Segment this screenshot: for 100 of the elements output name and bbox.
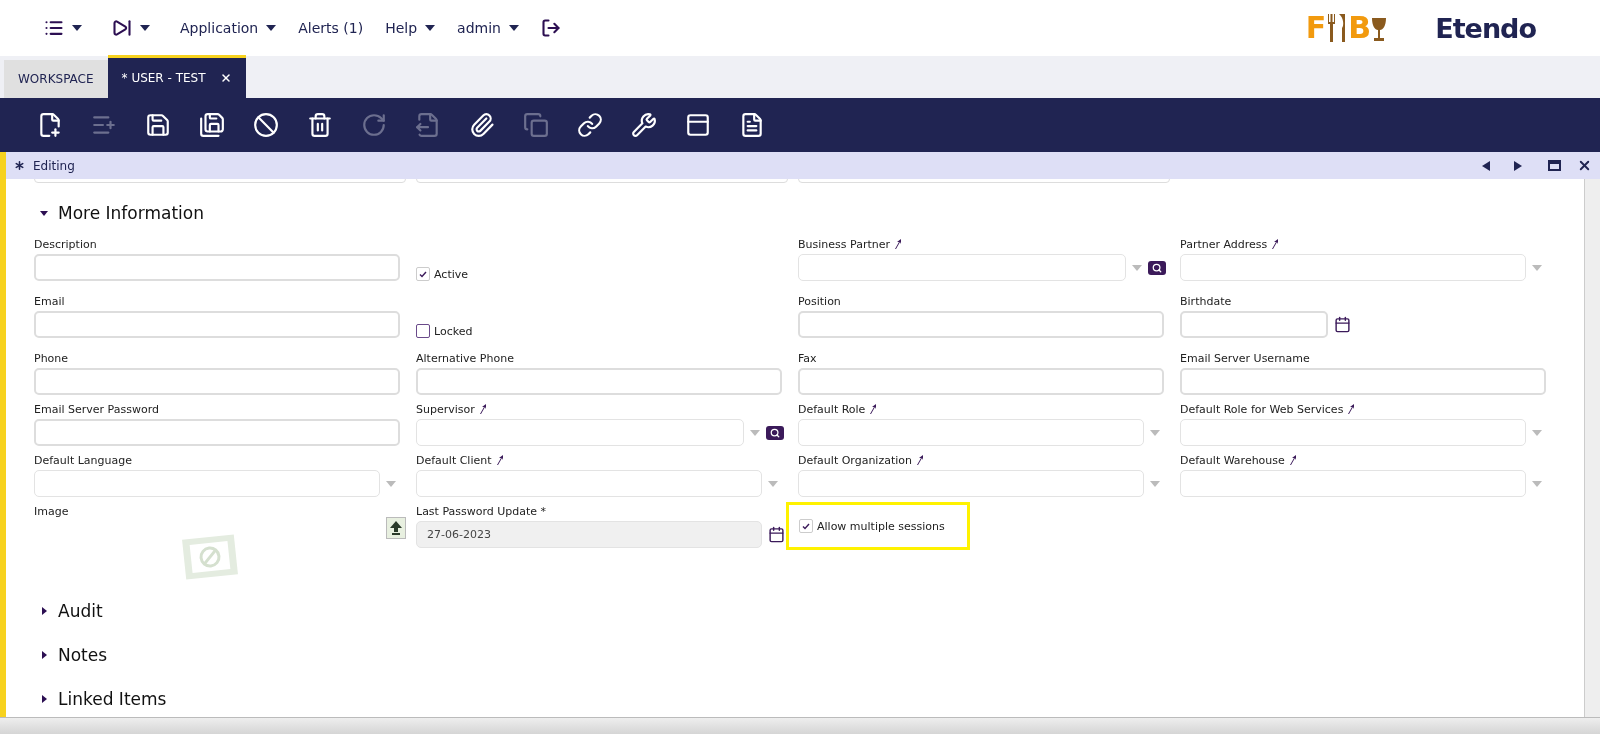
field-label: Partner Address [1180,237,1552,251]
field-label: Position [798,294,842,308]
list-icon [44,18,64,38]
field-label: Birthdate [1180,294,1233,308]
input-field[interactable] [34,311,400,338]
dropdown-arrow-icon[interactable] [1150,480,1160,487]
menu-item[interactable]: admin [457,20,519,36]
link-arrow-icon [869,404,878,414]
dropdown-arrow-icon[interactable] [1532,264,1542,271]
checkbox-label: Allow multiple sessions [817,519,945,533]
image-placeholder-icon [179,532,241,582]
date-field[interactable] [1180,311,1328,338]
close-icon[interactable] [219,72,232,84]
input-field[interactable] [34,368,400,395]
field-label: Last Password Update * [416,504,548,518]
menu-item[interactable]: Application [180,20,277,36]
dropdown-arrow-icon[interactable] [768,480,778,487]
section-header[interactable]: More Information [40,203,204,223]
section-header[interactable]: Notes [40,645,108,665]
section-header[interactable]: Audit [40,601,103,621]
triangle-icon [40,209,48,217]
dropdown-field[interactable] [1180,254,1526,281]
calendar-icon[interactable] [1334,316,1351,333]
list-menu-button[interactable] [44,18,82,38]
logout-icon [540,18,561,38]
dropdown-field[interactable] [416,470,762,497]
brand-logo: Etendo [1435,12,1536,44]
checkbox-label: Locked [434,324,473,338]
field-label: Phone [34,351,70,365]
input-field[interactable] [798,368,1164,395]
dropdown-field[interactable] [798,419,1144,446]
skip-forward-menu-button[interactable] [112,18,150,38]
close-icon[interactable] [1577,158,1592,173]
input-field[interactable] [34,419,400,446]
field-label: Default Role [798,402,1170,416]
input-field[interactable] [1180,368,1546,395]
vertical-scrollbar[interactable] [1584,179,1600,717]
input-field[interactable] [416,368,782,395]
field-label: Fax [798,351,818,365]
checkbox-label: Active [434,267,469,281]
status-label: Editing [33,158,75,173]
next-icon[interactable] [1514,160,1522,171]
dropdown-arrow-icon[interactable] [386,480,396,487]
checkbox-field[interactable]: Locked [416,324,473,338]
field-label: Default Organization [798,453,1170,467]
checkbox-field[interactable]: Active [416,267,469,281]
search-button[interactable] [1148,260,1166,275]
skip-forward-icon [112,18,132,38]
link-arrow-icon [495,455,504,465]
input-field[interactable] [798,311,1164,338]
link-arrow-icon [1271,239,1280,249]
horizontal-scrollbar[interactable] [0,717,1600,734]
field-label: Description [34,237,98,251]
window-tab[interactable]: WORKSPACE [4,60,108,98]
calendar-icon[interactable] [768,526,785,543]
link-arrow-icon [1347,404,1356,414]
link-arrow-icon [894,239,902,249]
dropdown-arrow-icon[interactable] [1132,264,1142,271]
field-label: Business Partner [798,237,1170,251]
dropdown-arrow-icon[interactable] [1532,480,1542,487]
checkmark-icon [419,270,427,278]
link-arrow-icon [478,404,487,414]
selector-field[interactable] [416,419,744,446]
checkmark-icon [802,522,810,530]
logout-menu-button[interactable] [540,18,561,38]
field-label: Image [34,504,70,518]
dropdown-field[interactable] [34,470,380,497]
date-field[interactable]: 27-06-2023 [416,521,762,548]
field-label: Email Server Password [34,402,160,416]
dropdown-field[interactable] [1180,419,1526,446]
caret-icon [266,25,277,31]
menu-item[interactable]: Help [385,20,436,36]
upload-button[interactable] [386,517,406,539]
selector-field[interactable] [798,254,1126,281]
dropdown-arrow-icon[interactable] [1532,429,1542,436]
input-field[interactable] [34,254,400,281]
dropdown-field[interactable] [1180,470,1526,497]
field-label: Default Warehouse [1180,453,1552,467]
caret-icon [72,25,82,31]
field-label: Email [34,294,66,308]
dropdown-field[interactable] [798,470,1144,497]
search-button[interactable] [766,425,784,440]
field-label: Default Role for Web Services [1180,402,1552,416]
triangle-icon [40,651,48,659]
checkbox[interactable] [416,324,430,338]
maximize-icon[interactable] [1548,160,1561,171]
menu-item[interactable]: Alerts (1) [298,20,364,36]
previous-icon[interactable] [1482,160,1490,171]
field-label: Default Client [416,453,788,467]
caret-icon [425,25,436,31]
triangle-icon [40,695,48,703]
field-label: Default Language [34,453,133,467]
dropdown-arrow-icon[interactable] [750,429,760,436]
window-tab[interactable]: * USER - TEST [107,55,246,98]
section-header[interactable]: Linked Items [40,689,167,709]
field-label: Email Server Username [1180,351,1311,365]
field-label: Supervisor [416,402,788,416]
dropdown-arrow-icon[interactable] [1150,429,1160,436]
caret-icon [140,25,150,31]
field-label: Alternative Phone [416,351,515,365]
